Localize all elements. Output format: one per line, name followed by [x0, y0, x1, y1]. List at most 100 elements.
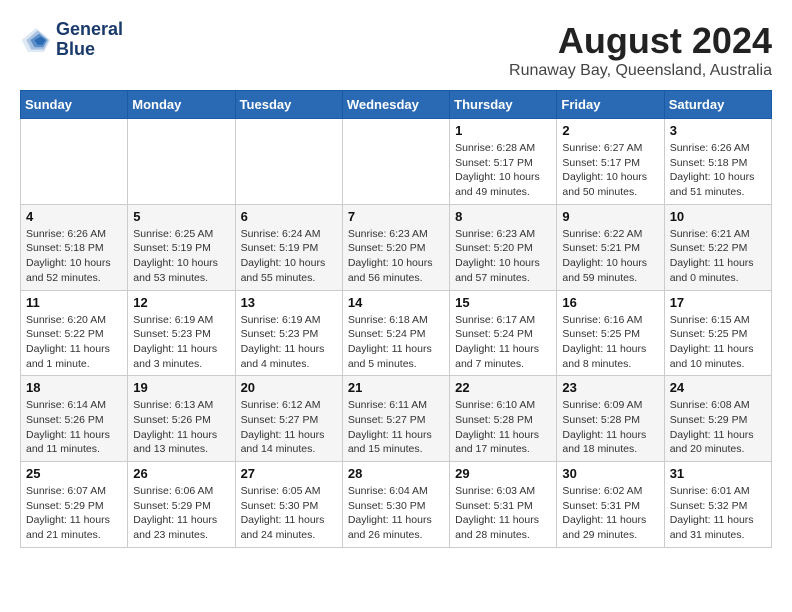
day-info: Sunrise: 6:26 AM Sunset: 5:18 PM Dayligh… [26, 227, 122, 286]
calendar-cell: 14 Sunrise: 6:18 AM Sunset: 5:24 PM Dayli… [342, 290, 449, 376]
day-info: Sunrise: 6:10 AM Sunset: 5:28 PM Dayligh… [455, 398, 551, 457]
day-info: Sunrise: 6:11 AM Sunset: 5:27 PM Dayligh… [348, 398, 444, 457]
day-info: Sunrise: 6:17 AM Sunset: 5:24 PM Dayligh… [455, 313, 551, 372]
day-number: 31 [670, 466, 766, 481]
day-number: 14 [348, 295, 444, 310]
day-number: 22 [455, 380, 551, 395]
calendar-cell: 16Sunrise: 6:16 AM Sunset: 5:25 PM Dayli… [557, 290, 664, 376]
calendar-cell: 11 Sunrise: 6:20 AM Sunset: 5:22 PM Dayli… [21, 290, 128, 376]
calendar-cell: 6 Sunrise: 6:24 AM Sunset: 5:19 PM Daylig… [235, 204, 342, 290]
month-year: August 2024 [509, 20, 772, 62]
day-number: 10 [670, 209, 766, 224]
calendar-cell: 10Sunrise: 6:21 AM Sunset: 5:22 PM Dayli… [664, 204, 771, 290]
day-info: Sunrise: 6:19 AM Sunset: 5:23 PM Dayligh… [241, 313, 337, 372]
weekday-header: Tuesday [235, 91, 342, 119]
day-number: 8 [455, 209, 551, 224]
logo-line2: Blue [56, 40, 123, 60]
day-info: Sunrise: 6:09 AM Sunset: 5:28 PM Dayligh… [562, 398, 658, 457]
day-info: Sunrise: 6:20 AM Sunset: 5:22 PM Dayligh… [26, 313, 122, 372]
day-number: 20 [241, 380, 337, 395]
day-info: Sunrise: 6:14 AM Sunset: 5:26 PM Dayligh… [26, 398, 122, 457]
page-header: General Blue August 2024 Runaway Bay, Qu… [20, 20, 772, 80]
title-block: August 2024 Runaway Bay, Queensland, Aus… [509, 20, 772, 80]
day-info: Sunrise: 6:12 AM Sunset: 5:27 PM Dayligh… [241, 398, 337, 457]
calendar-cell: 24Sunrise: 6:08 AM Sunset: 5:29 PM Dayli… [664, 376, 771, 462]
logo-line1: General [56, 20, 123, 40]
day-info: Sunrise: 6:23 AM Sunset: 5:20 PM Dayligh… [455, 227, 551, 286]
day-number: 2 [562, 123, 658, 138]
calendar-cell: 7Sunrise: 6:23 AM Sunset: 5:20 PM Daylig… [342, 204, 449, 290]
calendar-table: SundayMondayTuesdayWednesdayThursdayFrid… [20, 90, 772, 548]
day-number: 15 [455, 295, 551, 310]
calendar-cell: 9 Sunrise: 6:22 AM Sunset: 5:21 PM Daylig… [557, 204, 664, 290]
calendar-cell: 27 Sunrise: 6:05 AM Sunset: 5:30 PM Dayli… [235, 462, 342, 548]
day-info: Sunrise: 6:19 AM Sunset: 5:23 PM Dayligh… [133, 313, 229, 372]
calendar-header: SundayMondayTuesdayWednesdayThursdayFrid… [21, 91, 772, 119]
day-number: 17 [670, 295, 766, 310]
weekday-header: Saturday [664, 91, 771, 119]
calendar-cell: 1Sunrise: 6:28 AM Sunset: 5:17 PM Daylig… [450, 119, 557, 205]
calendar-cell: 29Sunrise: 6:03 AM Sunset: 5:31 PM Dayli… [450, 462, 557, 548]
calendar-cell: 26 Sunrise: 6:06 AM Sunset: 5:29 PM Dayli… [128, 462, 235, 548]
day-info: Sunrise: 6:24 AM Sunset: 5:19 PM Dayligh… [241, 227, 337, 286]
calendar-cell: 3Sunrise: 6:26 AM Sunset: 5:18 PM Daylig… [664, 119, 771, 205]
day-info: Sunrise: 6:16 AM Sunset: 5:25 PM Dayligh… [562, 313, 658, 372]
day-info: Sunrise: 6:06 AM Sunset: 5:29 PM Dayligh… [133, 484, 229, 543]
calendar-cell [342, 119, 449, 205]
calendar-week-row: 25 Sunrise: 6:07 AM Sunset: 5:29 PM Dayli… [21, 462, 772, 548]
day-number: 26 [133, 466, 229, 481]
weekday-header: Monday [128, 91, 235, 119]
day-info: Sunrise: 6:13 AM Sunset: 5:26 PM Dayligh… [133, 398, 229, 457]
day-info: Sunrise: 6:07 AM Sunset: 5:29 PM Dayligh… [26, 484, 122, 543]
day-info: Sunrise: 6:04 AM Sunset: 5:30 PM Dayligh… [348, 484, 444, 543]
logo-icon [20, 24, 52, 56]
weekday-row: SundayMondayTuesdayWednesdayThursdayFrid… [21, 91, 772, 119]
calendar-cell: 25 Sunrise: 6:07 AM Sunset: 5:29 PM Dayli… [21, 462, 128, 548]
day-number: 9 [562, 209, 658, 224]
day-number: 6 [241, 209, 337, 224]
calendar-cell: 13 Sunrise: 6:19 AM Sunset: 5:23 PM Dayli… [235, 290, 342, 376]
weekday-header: Thursday [450, 91, 557, 119]
day-number: 13 [241, 295, 337, 310]
calendar-week-row: 1Sunrise: 6:28 AM Sunset: 5:17 PM Daylig… [21, 119, 772, 205]
calendar-cell: 19 Sunrise: 6:13 AM Sunset: 5:26 PM Dayli… [128, 376, 235, 462]
day-number: 29 [455, 466, 551, 481]
calendar-cell: 15 Sunrise: 6:17 AM Sunset: 5:24 PM Dayli… [450, 290, 557, 376]
weekday-header: Wednesday [342, 91, 449, 119]
day-info: Sunrise: 6:27 AM Sunset: 5:17 PM Dayligh… [562, 141, 658, 200]
calendar-cell [21, 119, 128, 205]
day-number: 5 [133, 209, 229, 224]
day-number: 12 [133, 295, 229, 310]
day-info: Sunrise: 6:22 AM Sunset: 5:21 PM Dayligh… [562, 227, 658, 286]
calendar-week-row: 18Sunrise: 6:14 AM Sunset: 5:26 PM Dayli… [21, 376, 772, 462]
logo: General Blue [20, 20, 123, 60]
day-info: Sunrise: 6:08 AM Sunset: 5:29 PM Dayligh… [670, 398, 766, 457]
day-info: Sunrise: 6:15 AM Sunset: 5:25 PM Dayligh… [670, 313, 766, 372]
weekday-header: Sunday [21, 91, 128, 119]
calendar-cell: 23 Sunrise: 6:09 AM Sunset: 5:28 PM Dayli… [557, 376, 664, 462]
calendar-cell: 18Sunrise: 6:14 AM Sunset: 5:26 PM Dayli… [21, 376, 128, 462]
day-info: Sunrise: 6:01 AM Sunset: 5:32 PM Dayligh… [670, 484, 766, 543]
calendar-cell: 21 Sunrise: 6:11 AM Sunset: 5:27 PM Dayli… [342, 376, 449, 462]
calendar-cell: 28Sunrise: 6:04 AM Sunset: 5:30 PM Dayli… [342, 462, 449, 548]
weekday-header: Friday [557, 91, 664, 119]
calendar-cell: 2 Sunrise: 6:27 AM Sunset: 5:17 PM Daylig… [557, 119, 664, 205]
day-info: Sunrise: 6:23 AM Sunset: 5:20 PM Dayligh… [348, 227, 444, 286]
day-number: 19 [133, 380, 229, 395]
day-info: Sunrise: 6:18 AM Sunset: 5:24 PM Dayligh… [348, 313, 444, 372]
day-info: Sunrise: 6:05 AM Sunset: 5:30 PM Dayligh… [241, 484, 337, 543]
day-number: 25 [26, 466, 122, 481]
location: Runaway Bay, Queensland, Australia [509, 62, 772, 80]
calendar-cell: 22 Sunrise: 6:10 AM Sunset: 5:28 PM Dayli… [450, 376, 557, 462]
calendar-cell: 30Sunrise: 6:02 AM Sunset: 5:31 PM Dayli… [557, 462, 664, 548]
day-number: 3 [670, 123, 766, 138]
calendar-cell: 4Sunrise: 6:26 AM Sunset: 5:18 PM Daylig… [21, 204, 128, 290]
day-number: 11 [26, 295, 122, 310]
calendar-cell: 31 Sunrise: 6:01 AM Sunset: 5:32 PM Dayli… [664, 462, 771, 548]
day-number: 23 [562, 380, 658, 395]
calendar-cell: 17 Sunrise: 6:15 AM Sunset: 5:25 PM Dayli… [664, 290, 771, 376]
calendar-week-row: 4Sunrise: 6:26 AM Sunset: 5:18 PM Daylig… [21, 204, 772, 290]
day-number: 21 [348, 380, 444, 395]
day-number: 27 [241, 466, 337, 481]
calendar-week-row: 11 Sunrise: 6:20 AM Sunset: 5:22 PM Dayli… [21, 290, 772, 376]
